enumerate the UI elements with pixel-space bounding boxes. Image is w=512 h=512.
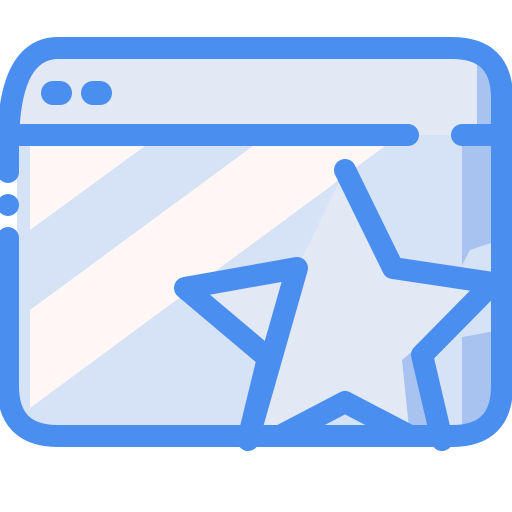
browser-window-star-icon-svg	[0, 37, 512, 451]
browser-star-icon	[0, 0, 512, 512]
window-outline-dot	[0, 194, 19, 216]
